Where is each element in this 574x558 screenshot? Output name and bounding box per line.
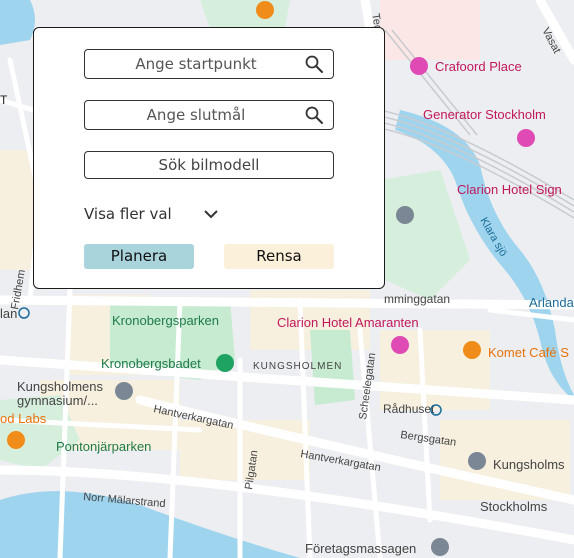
destination-field[interactable] (84, 100, 334, 130)
map-label-kronobergsbadet: Kronobergsbadet (101, 356, 201, 371)
map-label-odlabs: od Labs (0, 411, 47, 426)
pool-marker-icon (216, 354, 234, 372)
map-label-generator: Generator Stockholm (423, 107, 546, 122)
show-more-options-label: Visa fler val (84, 205, 172, 223)
map-label-kungsholms: Kungsholms (493, 457, 565, 472)
map-label-crafoord: Crafoord Place (435, 59, 522, 74)
cafe-marker-icon (256, 1, 274, 19)
map-label-kronobergsparken: Kronobergsparken (112, 313, 219, 328)
start-input[interactable] (85, 50, 333, 78)
map-label-clarion-sign: Clarion Hotel Sign (457, 182, 562, 197)
map-label-komet: Komet Café S (488, 345, 569, 360)
map-label-clarion-amaranten: Clarion Hotel Amaranten (277, 315, 419, 330)
search-icon[interactable] (305, 55, 323, 73)
map-label-gym-1: Kungsholmens (17, 379, 103, 394)
hotel-marker-icon (410, 57, 428, 75)
chevron-down-icon (204, 210, 218, 219)
school-marker-icon (115, 382, 133, 400)
map-label-gym-2: gymnasium/... (17, 393, 98, 408)
hotel-marker-icon (517, 129, 535, 147)
map-label-kungsholmen: KUNGSHOLMEN (253, 361, 342, 372)
plan-button[interactable]: Planera (84, 244, 194, 269)
destination-input[interactable] (85, 101, 333, 129)
map-label-t: T (0, 93, 8, 107)
map-label-stockholms: Stockholms (480, 499, 548, 514)
clear-button[interactable]: Rensa (224, 244, 334, 269)
start-field[interactable] (84, 49, 334, 79)
search-car-model-button[interactable]: Sök bilmodell (84, 151, 334, 179)
show-more-options-toggle[interactable]: Visa fler val (84, 203, 218, 225)
cafe-marker-icon (463, 341, 481, 359)
hotel-marker-icon (391, 336, 409, 354)
map-label-foretagsmassagen: Företagsmassagen (305, 541, 416, 556)
place-marker-icon (431, 538, 449, 556)
route-planner-panel: Sök bilmodell Visa fler val Planera Rens… (33, 27, 385, 289)
search-icon[interactable] (305, 106, 323, 124)
place-marker-icon (396, 206, 414, 224)
map-label-arlanda: Arlanda (529, 295, 574, 310)
map-label-fleminggatan: mminggatan (384, 292, 450, 306)
church-marker-icon (468, 452, 486, 470)
restaurant-marker-icon (7, 431, 25, 449)
map-label-radhuset: Rådhuset (383, 402, 435, 416)
map-label-pontonjarparken: Pontonjärparken (56, 439, 151, 454)
